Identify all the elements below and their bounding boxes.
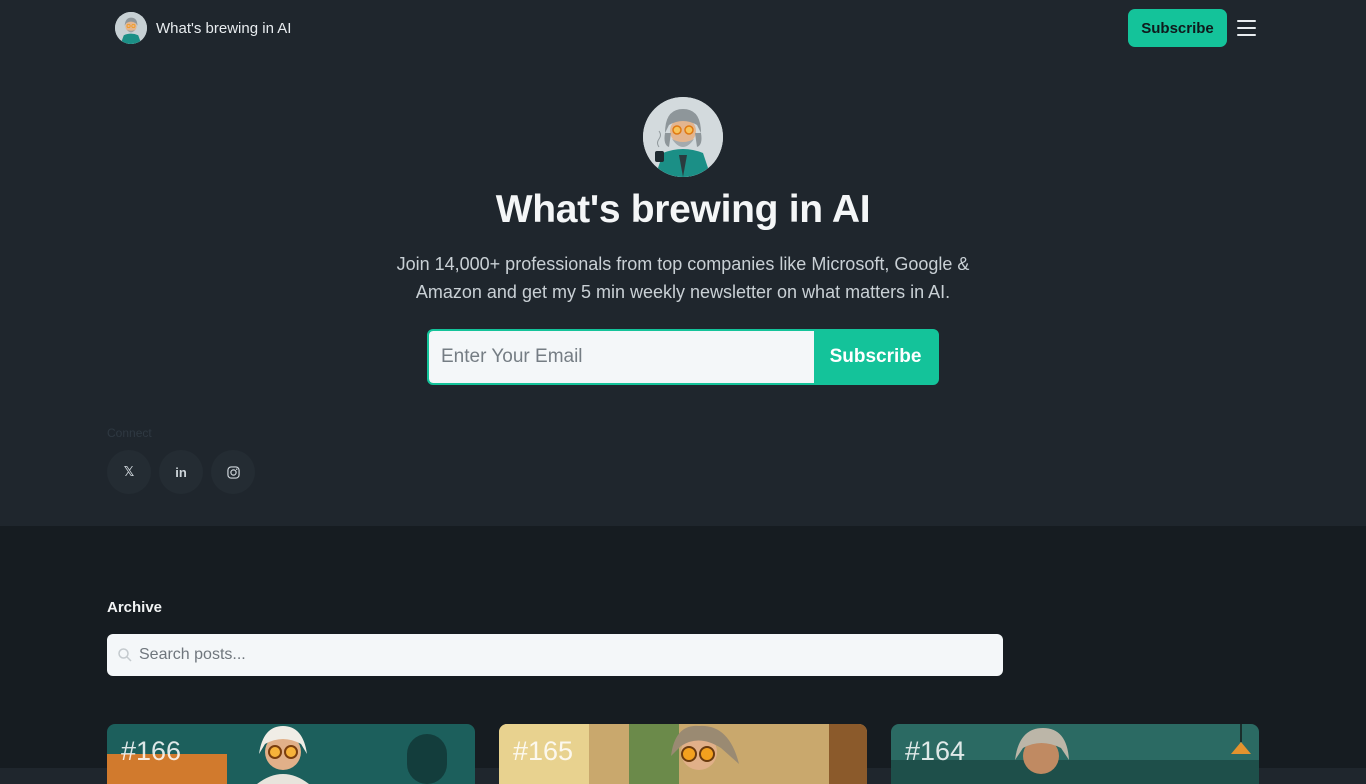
brand-name: What's brewing in AI <box>156 19 292 37</box>
post-card-165[interactable]: #165 <box>499 724 867 784</box>
post-number: #165 <box>513 736 574 766</box>
post-card-166[interactable]: #166 <box>107 724 475 784</box>
archive-section: Archive #166 # <box>0 526 1366 784</box>
subscribe-button[interactable]: Subscribe <box>814 331 937 383</box>
connect-label: Connect <box>107 426 152 440</box>
instagram-icon[interactable] <box>211 450 255 494</box>
hero-avatar <box>643 97 723 177</box>
brand-avatar <box>115 12 147 44</box>
hero-section: What's brewing in AI Subscribe What's br… <box>0 0 1366 526</box>
page-title: What's brewing in AI <box>495 188 871 231</box>
search-icon <box>118 648 132 662</box>
post-number: #166 <box>121 736 182 766</box>
post-card-164[interactable]: #164 <box>891 724 1259 784</box>
top-navbar: What's brewing in AI Subscribe <box>0 0 1366 56</box>
search-bar <box>107 634 1003 676</box>
hero-description: Join 14,000+ professionals from top comp… <box>396 254 970 302</box>
email-signup-form: Subscribe <box>427 329 939 385</box>
x-icon[interactable]: 𝕏 <box>107 450 151 494</box>
archive-title: Archive <box>107 599 163 616</box>
email-field[interactable] <box>429 331 814 383</box>
header-subscribe-button[interactable]: Subscribe <box>1128 9 1227 47</box>
linkedin-icon[interactable]: in <box>159 450 203 494</box>
search-input[interactable] <box>139 634 1003 676</box>
hamburger-menu-icon[interactable] <box>1237 20 1256 36</box>
post-number: #164 <box>905 736 966 766</box>
social-links: 𝕏 in <box>107 450 255 494</box>
brand-link[interactable]: What's brewing in AI <box>115 12 291 44</box>
